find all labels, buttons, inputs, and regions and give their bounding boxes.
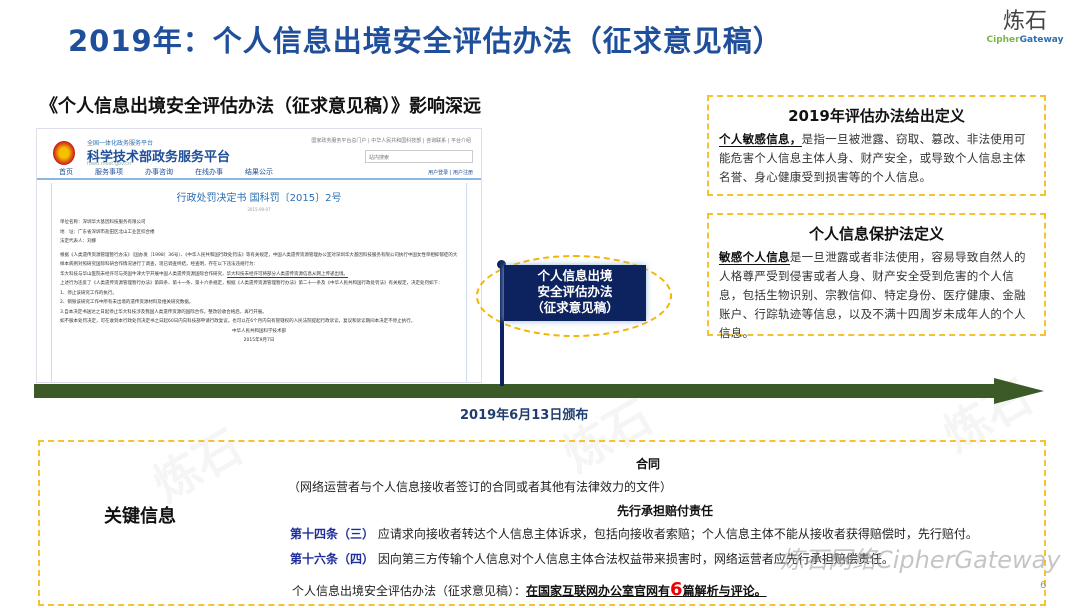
- logo-en-a: Cipher: [986, 35, 1020, 45]
- article-label: 第十六条（四）: [290, 552, 375, 566]
- national-emblem-icon: [53, 141, 75, 165]
- watermark-text: 炼石网络CipherGateway: [780, 546, 1061, 574]
- box-heading: 2019年评估办法给出定义: [788, 107, 965, 125]
- page-title: 2019年：个人信息出境安全评估办法（征求意见稿）: [68, 24, 783, 58]
- note-count: 6: [670, 579, 683, 600]
- doc-line: 1、停止该研究工作的执行。: [60, 290, 117, 296]
- key-info-label: 关键信息: [104, 506, 176, 527]
- doc-line: 上述行为违反了《人类遗传资源管理暂行办法》第四条、第十一条、第十六条规定，根据《…: [60, 281, 443, 286]
- page-number: 6: [1040, 580, 1047, 591]
- ciphergateway-logo: 炼石 CipherGateway: [985, 10, 1065, 46]
- login-links: 用户登录 | 用户注册: [428, 169, 473, 176]
- logo-cn: 炼石: [1002, 9, 1047, 34]
- liability-heading: 先行承担赔付责任: [617, 504, 714, 518]
- doc-line: 单位名称：深圳华大基因科技服务有限公司: [60, 220, 146, 225]
- site-nav: 首页 服务事项 办事咨询 在线办事 结果公示 用户登录 | 用户注册: [37, 166, 481, 180]
- nav-services: 服务事项: [95, 168, 123, 176]
- subtitle: 《个人信息出境安全评估办法（征求意见稿）》影响深远: [40, 96, 481, 117]
- note-a: 在国家互联网办公室官网有: [526, 584, 671, 598]
- doc-line: 华大科技与华山医院未经许可与英国牛津大学开展中国人类遗传资源国际合作研究，: [60, 271, 227, 277]
- site-search: 站内搜索: [365, 150, 473, 163]
- doc-sign-date: 2015年9月7日: [243, 338, 275, 343]
- doc-date: 2015-09-07: [247, 207, 271, 212]
- doc-line: 根据《人类遗传资源管理暂行办法》（国办发〔1998〕36号）、《中华人民共和国行…: [60, 252, 458, 268]
- bottom-note: 个人信息出境安全评估办法（征求意见稿）：在国家互联网办公室官网有6篇解析与评论。: [292, 579, 767, 600]
- nav-home: 首页: [59, 168, 73, 176]
- article-label: 第十四条（三）: [290, 527, 375, 541]
- doc-line: 地 址：广东省深圳市盐田区北山工业区综合楼: [60, 229, 155, 235]
- doc-line: 2、销毁该研究工作中所有未出境的遗传资源材料及相关研究数据。: [60, 300, 194, 305]
- doc-highlight: 华大科技未经许可将部分人类遗传资源信息从网上传递出境。: [226, 271, 348, 278]
- doc-title: 行政处罚决定书 国科罚〔2015〕2号: [176, 193, 342, 204]
- term: 个人敏感信息，: [719, 132, 802, 147]
- nav-results: 结果公示: [245, 168, 273, 176]
- top-links: 国家政务服务平台总门户 | 中华人民共和国科技部 | 咨询联系 | 平台介绍: [311, 138, 471, 144]
- logo-en-b: Gateway: [1019, 35, 1064, 45]
- flag-line: 个人信息出境: [537, 268, 613, 283]
- timeline-arrow: [34, 378, 1044, 404]
- contract-heading: 合同: [636, 457, 661, 471]
- milestone-flag: 个人信息出境 安全评估办法 （征求意见稿）: [504, 265, 646, 321]
- doc-sign: 中华人民共和国科学技术部: [232, 328, 286, 334]
- note-prefix: 个人信息出境安全评估办法（征求意见稿）：: [292, 584, 527, 598]
- doc-line: 法定代表人：刘娜: [60, 239, 96, 244]
- doc-line: 3.自本决定书送达之日起停止华大科技涉及我国人类遗传资源的国际合作，整改验收合格…: [60, 309, 267, 315]
- timeline-date: 2019年6月13日颁布: [460, 408, 589, 423]
- flag-line: 安全评估办法: [537, 284, 613, 299]
- document: 行政处罚决定书 国科罚〔2015〕2号 2015-09-07 单位名称：深圳华大…: [51, 183, 467, 382]
- article-text: 应请求向接收者转达个人信息主体诉求，包括向接收者索赔；个人信息主体不能从接收者获…: [377, 527, 978, 541]
- contract-desc: （网络运营者与个人信息接收者签订的合同或者其他有法律效力的文件）: [288, 480, 673, 494]
- doc-line: 如不服本处罚决定，可在收到本行政处罚决定书之日起60日内向科技部申请行政复议，也…: [60, 319, 416, 324]
- definition-box-pipl: 个人信息保护法定义 敏感个人信息是一旦泄露或者非法使用，容易导致自然人的人格尊严…: [707, 213, 1046, 340]
- box-heading: 个人信息保护法定义: [808, 225, 944, 243]
- note-b: 篇解析与评论。: [682, 584, 767, 598]
- website-screenshot: 全国一体化政务服务平台 科学技术部政务服务平台 fuwu.most.gov.cn…: [36, 128, 482, 383]
- term: 敏感个人信息: [719, 250, 790, 265]
- flag-line: （征求意见稿）: [531, 300, 619, 315]
- definition-box-2019: 2019年评估办法给出定义 个人敏感信息，是指一旦被泄露、窃取、篡改、非法使用可…: [707, 95, 1046, 196]
- nav-online: 在线办事: [195, 168, 223, 176]
- nav-consult: 办事咨询: [145, 168, 173, 176]
